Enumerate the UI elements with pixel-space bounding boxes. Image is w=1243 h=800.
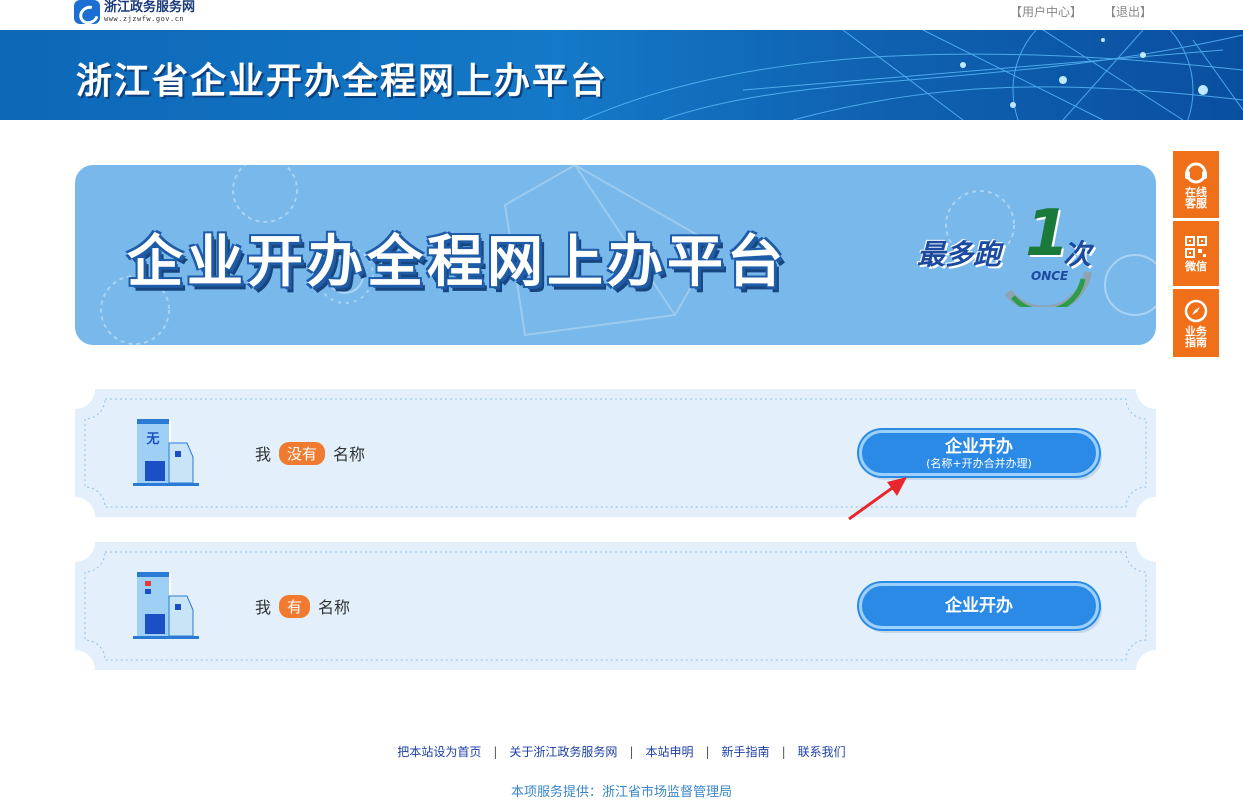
qrcode-icon xyxy=(1185,236,1207,258)
header-banner: 浙江省企业开办全程网上办平台 xyxy=(0,30,1243,120)
slogan-prefix: 最多跑 xyxy=(917,238,1002,271)
text-after: 名称 xyxy=(333,445,366,464)
status-badge: 没有 xyxy=(279,441,326,465)
status-badge: 有 xyxy=(279,594,311,618)
slogan-once: ONCE xyxy=(1031,269,1069,283)
user-center-link[interactable]: 【用户中心】 xyxy=(1010,3,1082,20)
option-card-no-name: 无 我 没有 名称 企业开办 (名称+开办合并办理) xyxy=(75,389,1156,517)
text-before: 我 xyxy=(255,598,272,617)
logo-text: 浙江政务服务网 www.zjzwfw.gov.cn xyxy=(104,1,195,23)
hero-title: 企业开办全程网上办平台 xyxy=(127,230,787,295)
side-business-guide-label: 业务指南 xyxy=(1185,325,1207,349)
side-wechat-label: 微信 xyxy=(1185,260,1207,273)
footer-separator: | xyxy=(493,745,498,759)
footer-separator: | xyxy=(781,745,786,759)
footer-provider: 本项服务提供：浙江省市场监督管理局 xyxy=(510,785,732,800)
footer-link-statement[interactable]: 本站申明 xyxy=(645,745,693,759)
footer-link-guide[interactable]: 新手指南 xyxy=(722,745,770,759)
footer-link-about[interactable]: 关于浙江政务服务网 xyxy=(509,745,617,759)
logo-title: 浙江政务服务网 xyxy=(104,0,196,15)
text-before: 我 xyxy=(255,445,272,464)
once-slogan: 最多跑 1 次 ONCE xyxy=(913,197,1113,307)
footer-separator: | xyxy=(705,745,710,759)
footer-links: 把本站设为首页 | 关于浙江政务服务网 | 本站申明 | 新手指南 | 联系我们 xyxy=(0,743,1243,760)
site-logo[interactable]: 浙江政务服务网 www.zjzwfw.gov.cn xyxy=(74,0,195,24)
footer-separator: | xyxy=(629,745,634,759)
headset-icon xyxy=(1185,162,1207,183)
button-label: 企业开办 xyxy=(945,436,1013,457)
logo-icon xyxy=(74,0,100,24)
button-sublabel: (名称+开办合并办理) xyxy=(926,456,1032,470)
hero-banner: 企业开办全程网上办平台 最多跑 1 次 ONCE xyxy=(75,165,1156,345)
side-business-guide[interactable]: 业务指南 xyxy=(1173,289,1219,357)
option-card-has-name: 我 有 名称 企业开办 xyxy=(75,542,1156,670)
side-online-service-label: 在线客服 xyxy=(1185,185,1207,210)
button-label: 企业开办 xyxy=(945,596,1013,616)
top-bar: 浙江政务服务网 www.zjzwfw.gov.cn 【用户中心】 【退出】 xyxy=(0,0,1243,30)
start-business-combined-button[interactable]: 企业开办 (名称+开办合并办理) xyxy=(859,430,1099,476)
building-char: 无 xyxy=(145,432,159,447)
side-wechat[interactable]: 微信 xyxy=(1173,221,1219,286)
logo-url: www.zjzwfw.gov.cn xyxy=(104,15,185,23)
red-arrow-icon xyxy=(848,477,907,521)
text-after: 名称 xyxy=(318,598,351,617)
network-pattern xyxy=(582,30,1243,120)
compass-icon xyxy=(1184,299,1208,323)
building-icon: 无 xyxy=(133,419,199,486)
platform-title: 浙江省企业开办全程网上办平台 xyxy=(76,61,609,102)
start-business-button[interactable]: 企业开办 xyxy=(859,583,1099,629)
building-icon xyxy=(133,572,199,639)
logout-link[interactable]: 【退出】 xyxy=(1104,3,1152,20)
footer-link-homepage[interactable]: 把本站设为首页 xyxy=(397,745,481,759)
no-name-text: 我 没有 名称 xyxy=(255,441,365,465)
footer-link-contact[interactable]: 联系我们 xyxy=(798,745,846,759)
has-name-text: 我 有 名称 xyxy=(255,594,350,618)
slogan-suffix: 次 xyxy=(1063,238,1092,271)
side-online-service[interactable]: 在线客服 xyxy=(1173,151,1219,218)
